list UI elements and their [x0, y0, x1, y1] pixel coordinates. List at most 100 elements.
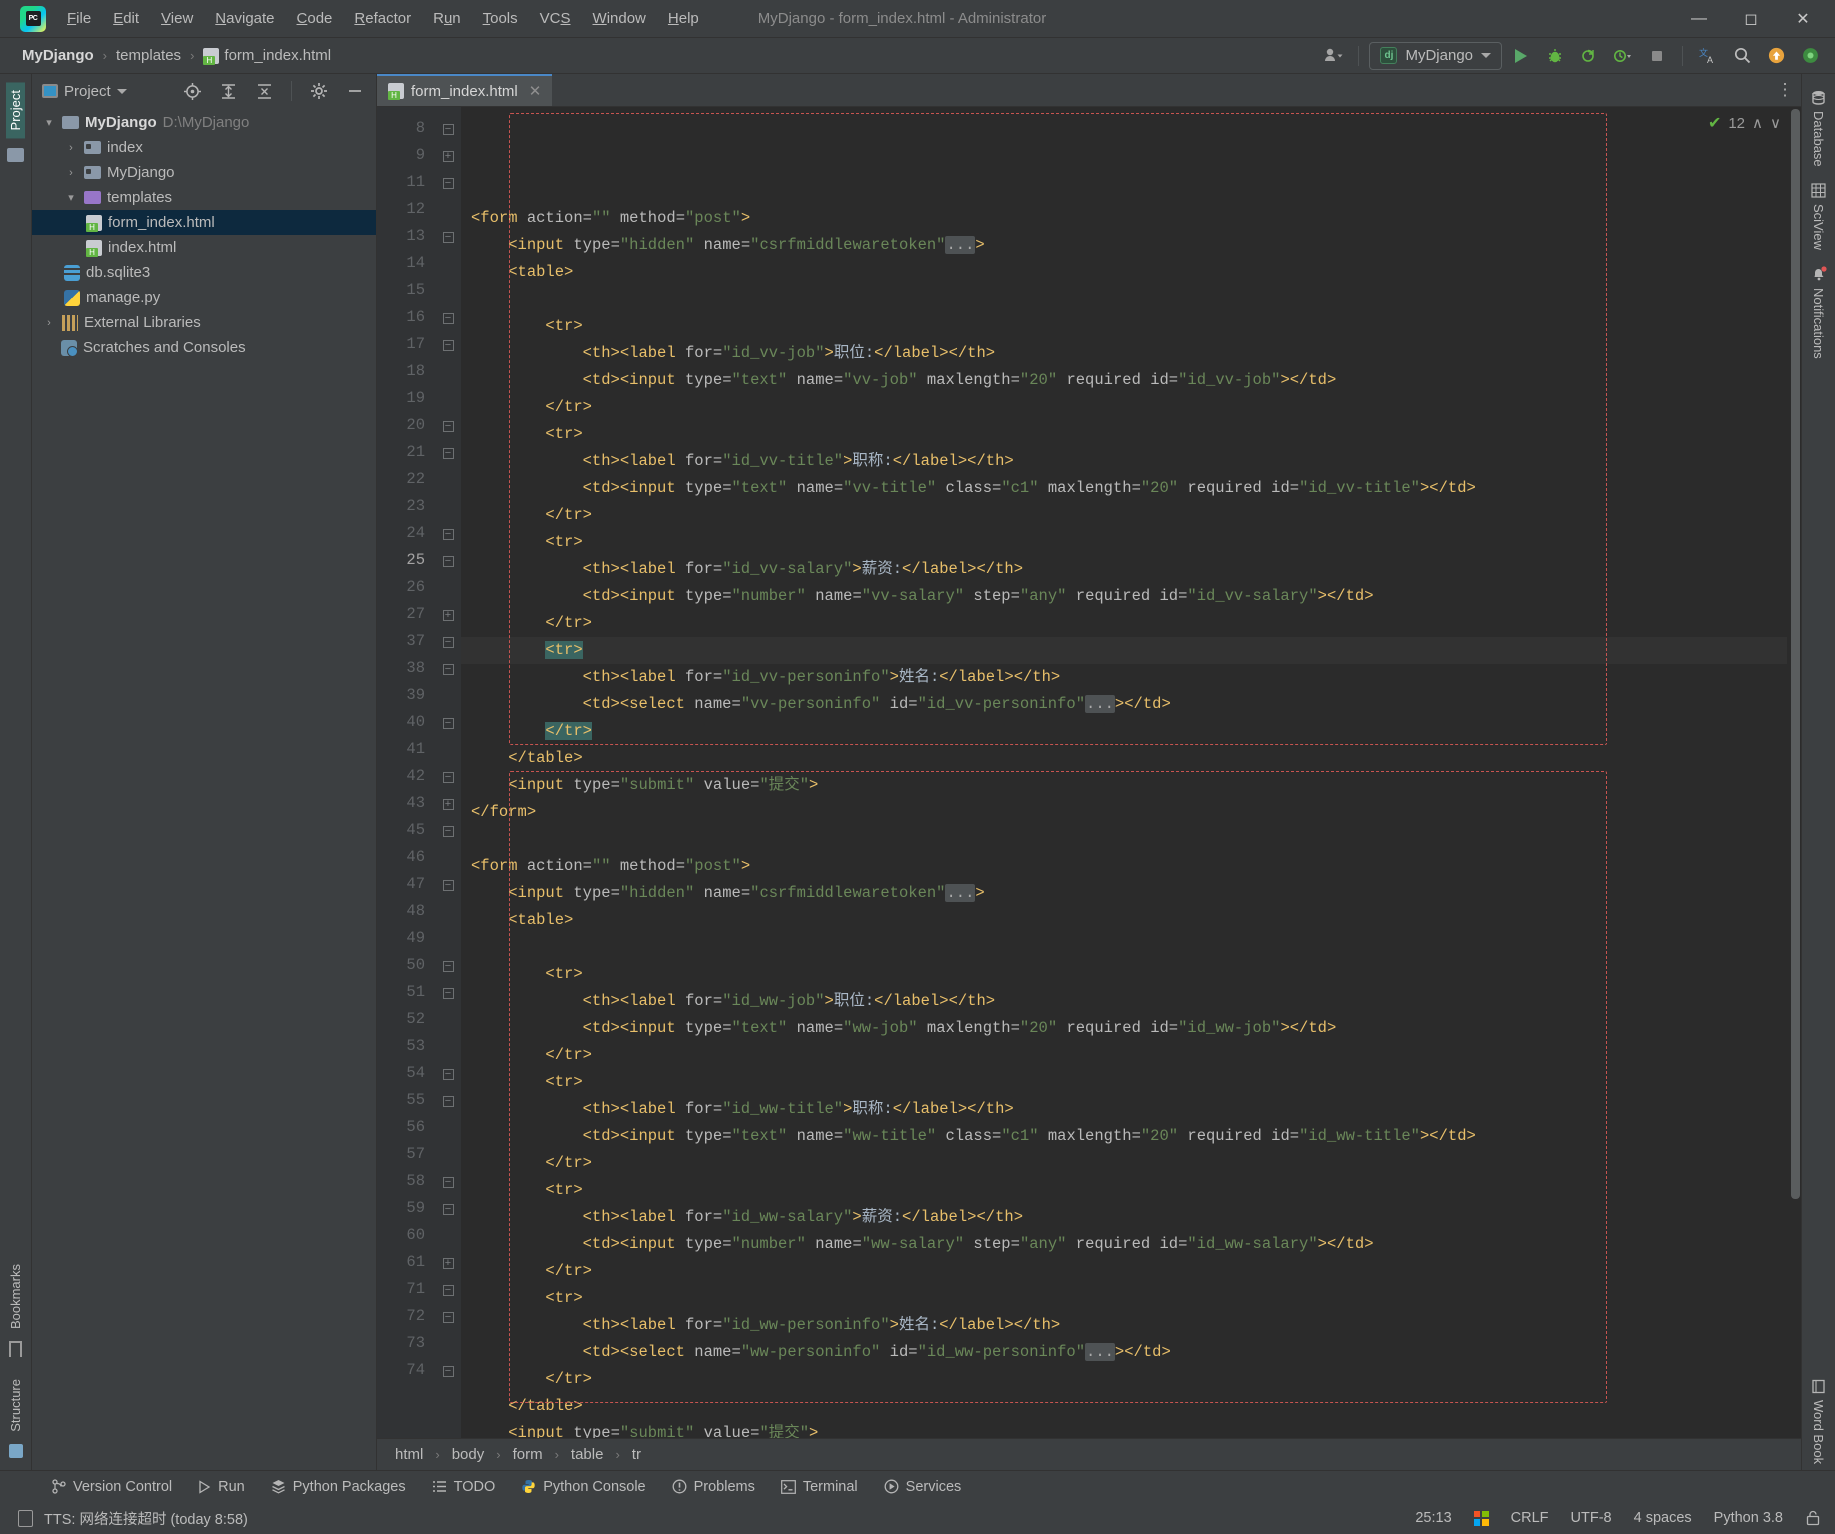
menu-refactor[interactable]: Refactor: [343, 6, 422, 31]
debug-icon[interactable]: [1540, 42, 1570, 70]
caret-position[interactable]: 25:13: [1415, 1510, 1451, 1526]
run-configuration-selector[interactable]: dj MyDjango: [1369, 41, 1502, 70]
code-line[interactable]: <input type="hidden" name="csrfmiddlewar…: [461, 232, 1787, 259]
tool-window-project[interactable]: Project: [6, 82, 25, 139]
code-line[interactable]: <td><select name="ww-personinfo" id="id_…: [461, 1339, 1787, 1366]
tool-button-python-console[interactable]: Python Console: [521, 1479, 646, 1495]
file-encoding[interactable]: UTF-8: [1571, 1510, 1612, 1526]
code-line[interactable]: <th><label for="id_vv-salary">薪资:</label…: [461, 556, 1787, 583]
next-problem-icon[interactable]: ∨: [1770, 114, 1781, 132]
code-line[interactable]: </table>: [461, 1393, 1787, 1420]
chevron-down-icon[interactable]: ▾: [64, 191, 78, 204]
code-line[interactable]: <td><input type="text" name="ww-job" max…: [461, 1015, 1787, 1042]
tree-node-index-html[interactable]: index.html: [32, 235, 376, 260]
code-line[interactable]: <th><label for="id_ww-title">职称:</label>…: [461, 1096, 1787, 1123]
code-line[interactable]: <form action="" method="post">: [461, 205, 1787, 232]
fold-marker-minus[interactable]: −: [435, 871, 461, 898]
code-line[interactable]: <td><input type="number" name="vv-salary…: [461, 583, 1787, 610]
breadcrumb-templates[interactable]: templates: [112, 45, 185, 66]
minimize-button[interactable]: —: [1673, 1, 1725, 37]
python-interpreter[interactable]: Python 3.8: [1714, 1510, 1783, 1526]
fold-marker-minus[interactable]: −: [435, 1357, 461, 1384]
fold-marker-minus[interactable]: −: [435, 223, 461, 250]
tree-node-templates[interactable]: ▾ templates: [32, 185, 376, 210]
code-line[interactable]: <th><label for="id_ww-job">职位:</label></…: [461, 988, 1787, 1015]
tool-button-version-control[interactable]: Version Control: [52, 1479, 172, 1495]
menu-navigate[interactable]: Navigate: [204, 6, 285, 31]
fold-marker-minus[interactable]: −: [435, 439, 461, 466]
fold-marker-minus[interactable]: −: [435, 169, 461, 196]
menu-code[interactable]: Code: [286, 6, 344, 31]
tool-window-notifications[interactable]: Notifications: [1809, 260, 1829, 365]
menu-file[interactable]: File: [56, 6, 102, 31]
code-line[interactable]: <table>: [461, 259, 1787, 286]
code-line[interactable]: <th><label for="id_vv-personinfo">姓名:</l…: [461, 664, 1787, 691]
tree-node-form-index-html[interactable]: form_index.html: [32, 210, 376, 235]
prev-problem-icon[interactable]: ∧: [1752, 114, 1763, 132]
read-only-icon[interactable]: [1805, 1510, 1821, 1526]
tool-button-run[interactable]: Run: [198, 1479, 245, 1495]
fold-marker-minus[interactable]: −: [435, 331, 461, 358]
search-everywhere-icon[interactable]: [1727, 42, 1757, 70]
tool-window-word-book[interactable]: Word Book: [1809, 1373, 1828, 1470]
menu-window[interactable]: Window: [582, 6, 657, 31]
breadcrumb-form[interactable]: form: [513, 1446, 543, 1463]
fold-marker-minus[interactable]: −: [435, 1276, 461, 1303]
update-icon[interactable]: [1761, 42, 1791, 70]
code-line[interactable]: <tr>: [461, 1069, 1787, 1096]
code-line[interactable]: </table>: [461, 745, 1787, 772]
menu-run[interactable]: Run: [422, 6, 472, 31]
tool-window-bookmarks[interactable]: Bookmarks: [6, 1256, 25, 1337]
code-line[interactable]: <td><select name="vv-personinfo" id="id_…: [461, 691, 1787, 718]
chevron-down-icon[interactable]: [116, 88, 127, 94]
editor-tab-form-index-html[interactable]: form_index.html ✕: [377, 74, 553, 106]
code-line[interactable]: <form action="" method="post">: [461, 853, 1787, 880]
windows-icon[interactable]: [1473, 1510, 1489, 1526]
fold-marker-minus[interactable]: −: [435, 1195, 461, 1222]
code-line[interactable]: <tr>: [461, 313, 1787, 340]
code-line[interactable]: </tr>: [461, 394, 1787, 421]
tool-window-structure[interactable]: Structure: [6, 1371, 25, 1440]
code-line[interactable]: <td><input type="text" name="vv-job" max…: [461, 367, 1787, 394]
maximize-button[interactable]: ◻: [1725, 1, 1777, 37]
tree-node-external-libraries[interactable]: › External Libraries: [32, 310, 376, 335]
tree-node-index[interactable]: › index: [32, 135, 376, 160]
code-line[interactable]: <td><input type="text" name="vv-title" c…: [461, 475, 1787, 502]
code-line[interactable]: <input type="submit" value="提交">: [461, 772, 1787, 799]
fold-marker-plus[interactable]: +: [435, 1249, 461, 1276]
code-line[interactable]: </form>: [461, 799, 1787, 826]
breadcrumb-tr[interactable]: tr: [632, 1446, 641, 1463]
tool-window-sciview[interactable]: SciView: [1809, 177, 1828, 256]
tool-button-terminal[interactable]: Terminal: [780, 1479, 858, 1495]
code-line[interactable]: </tr>: [461, 502, 1787, 529]
code-line[interactable]: <th><label for="id_vv-title">职称:</label>…: [461, 448, 1787, 475]
code-line[interactable]: <th><label for="id_ww-personinfo">姓名:</l…: [461, 1312, 1787, 1339]
code-line[interactable]: <td><input type="text" name="ww-title" c…: [461, 1123, 1787, 1150]
fold-marker-minus[interactable]: −: [435, 709, 461, 736]
code-line[interactable]: <tr>: [461, 529, 1787, 556]
code-line[interactable]: </tr>: [461, 1366, 1787, 1393]
menu-view[interactable]: View: [150, 6, 204, 31]
tree-node-manage-py[interactable]: manage.py: [32, 285, 376, 310]
close-button[interactable]: ✕: [1777, 1, 1829, 37]
status-message[interactable]: TTS: 网络连接超时 (today 8:58): [44, 1508, 248, 1529]
code-line[interactable]: <input type="submit" value="提交">: [461, 1420, 1787, 1438]
breadcrumb-html[interactable]: html: [395, 1446, 423, 1463]
fold-marker-minus[interactable]: −: [435, 520, 461, 547]
close-icon[interactable]: ✕: [529, 82, 542, 100]
tool-button-services[interactable]: Services: [884, 1479, 961, 1495]
code-line[interactable]: [461, 286, 1787, 313]
profiler-icon[interactable]: [1608, 42, 1638, 70]
code-line[interactable]: <th><label for="id_ww-salary">薪资:</label…: [461, 1204, 1787, 1231]
user-avatar-icon[interactable]: [1318, 42, 1348, 70]
plugin-icon[interactable]: [1795, 42, 1825, 70]
fold-marker-plus[interactable]: +: [435, 601, 461, 628]
gear-icon[interactable]: [304, 77, 334, 105]
breadcrumb-table[interactable]: table: [571, 1446, 604, 1463]
inspection-widget[interactable]: ✔ 12 ∧ ∨: [1708, 113, 1781, 133]
editor-scrollbar-thumb[interactable]: [1791, 109, 1800, 1199]
fold-marker-minus[interactable]: −: [435, 1303, 461, 1330]
tool-button-todo[interactable]: TODO: [432, 1479, 495, 1495]
fold-marker-minus[interactable]: −: [435, 115, 461, 142]
fold-marker-minus[interactable]: −: [435, 655, 461, 682]
